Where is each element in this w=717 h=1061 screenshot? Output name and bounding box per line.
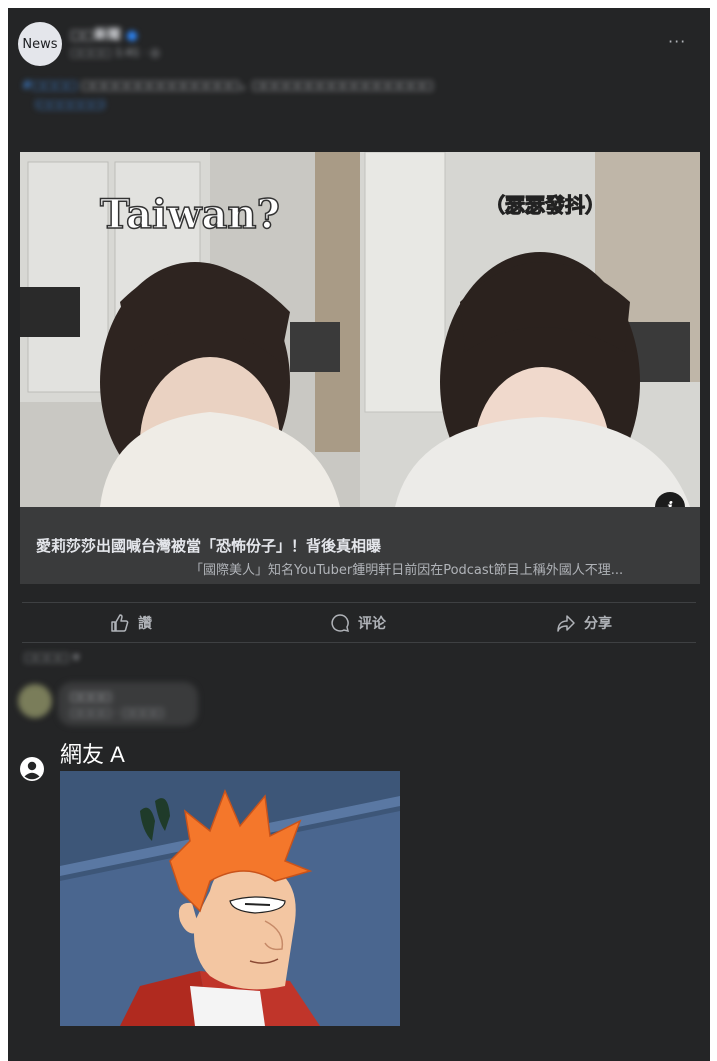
link-preview-image[interactable]: Taiwan? （瑟瑟發抖） bbox=[20, 152, 700, 507]
user-circle-icon[interactable] bbox=[20, 757, 44, 781]
divider bbox=[22, 602, 696, 603]
meme-image bbox=[60, 771, 400, 1026]
share-button[interactable]: 分享 bbox=[556, 612, 612, 634]
white-gap bbox=[0, 725, 8, 805]
post-text: #□□□□ □□□□□□□□□□□□□□，□□□□□□□□□□□□□□□□ bbox=[22, 78, 434, 92]
more-options-icon[interactable]: ··· bbox=[668, 32, 686, 51]
verified-badge-icon bbox=[126, 30, 137, 41]
comment-sort-dropdown[interactable]: □□□□ ▾ bbox=[24, 650, 79, 664]
video-thumbnail: Taiwan? （瑟瑟發抖） bbox=[20, 152, 700, 507]
comment-text: □□□□ · □□□□ bbox=[70, 706, 164, 719]
white-gap bbox=[0, 120, 8, 130]
white-gap bbox=[0, 590, 8, 602]
post-link-hint[interactable]: （□□□□□□） bbox=[28, 96, 112, 112]
divider bbox=[22, 642, 696, 643]
link-description: 「國際美人」知名YouTuber鍾明軒日前因在Podcast節目上稱外國人不理.… bbox=[190, 563, 624, 578]
share-icon bbox=[557, 615, 575, 632]
thumbs-up-icon bbox=[111, 614, 129, 632]
post-timestamp[interactable]: □□□□ 1:41 · ◎ bbox=[70, 46, 160, 59]
reply-user-name[interactable]: 網友 A bbox=[60, 737, 125, 769]
right-caption: （瑟瑟發抖） bbox=[485, 193, 605, 217]
link-preview-box[interactable]: 愛莉莎莎出國喊台灣被當「恐怖份子」！背後真相曝 「國際美人」知名YouTuber… bbox=[20, 507, 700, 584]
reply-image[interactable] bbox=[60, 771, 400, 1026]
commenter-name[interactable]: □□□□ bbox=[70, 690, 112, 703]
comment-icon bbox=[331, 614, 350, 633]
commenter-avatar[interactable] bbox=[18, 684, 52, 718]
page-name[interactable]: □□新聞 bbox=[70, 24, 137, 43]
left-caption: Taiwan? bbox=[100, 191, 280, 238]
link-title[interactable]: 愛莉莎莎出國喊台灣被當「恐怖份子」！背後真相曝 bbox=[36, 535, 381, 556]
comment-bubble: □□□□ □□□□ · □□□□ bbox=[58, 682, 198, 726]
page-avatar[interactable]: News bbox=[18, 22, 62, 66]
white-gap bbox=[710, 120, 717, 130]
like-button[interactable]: 讚 bbox=[110, 612, 152, 634]
comment-button[interactable]: 评论 bbox=[330, 612, 386, 634]
